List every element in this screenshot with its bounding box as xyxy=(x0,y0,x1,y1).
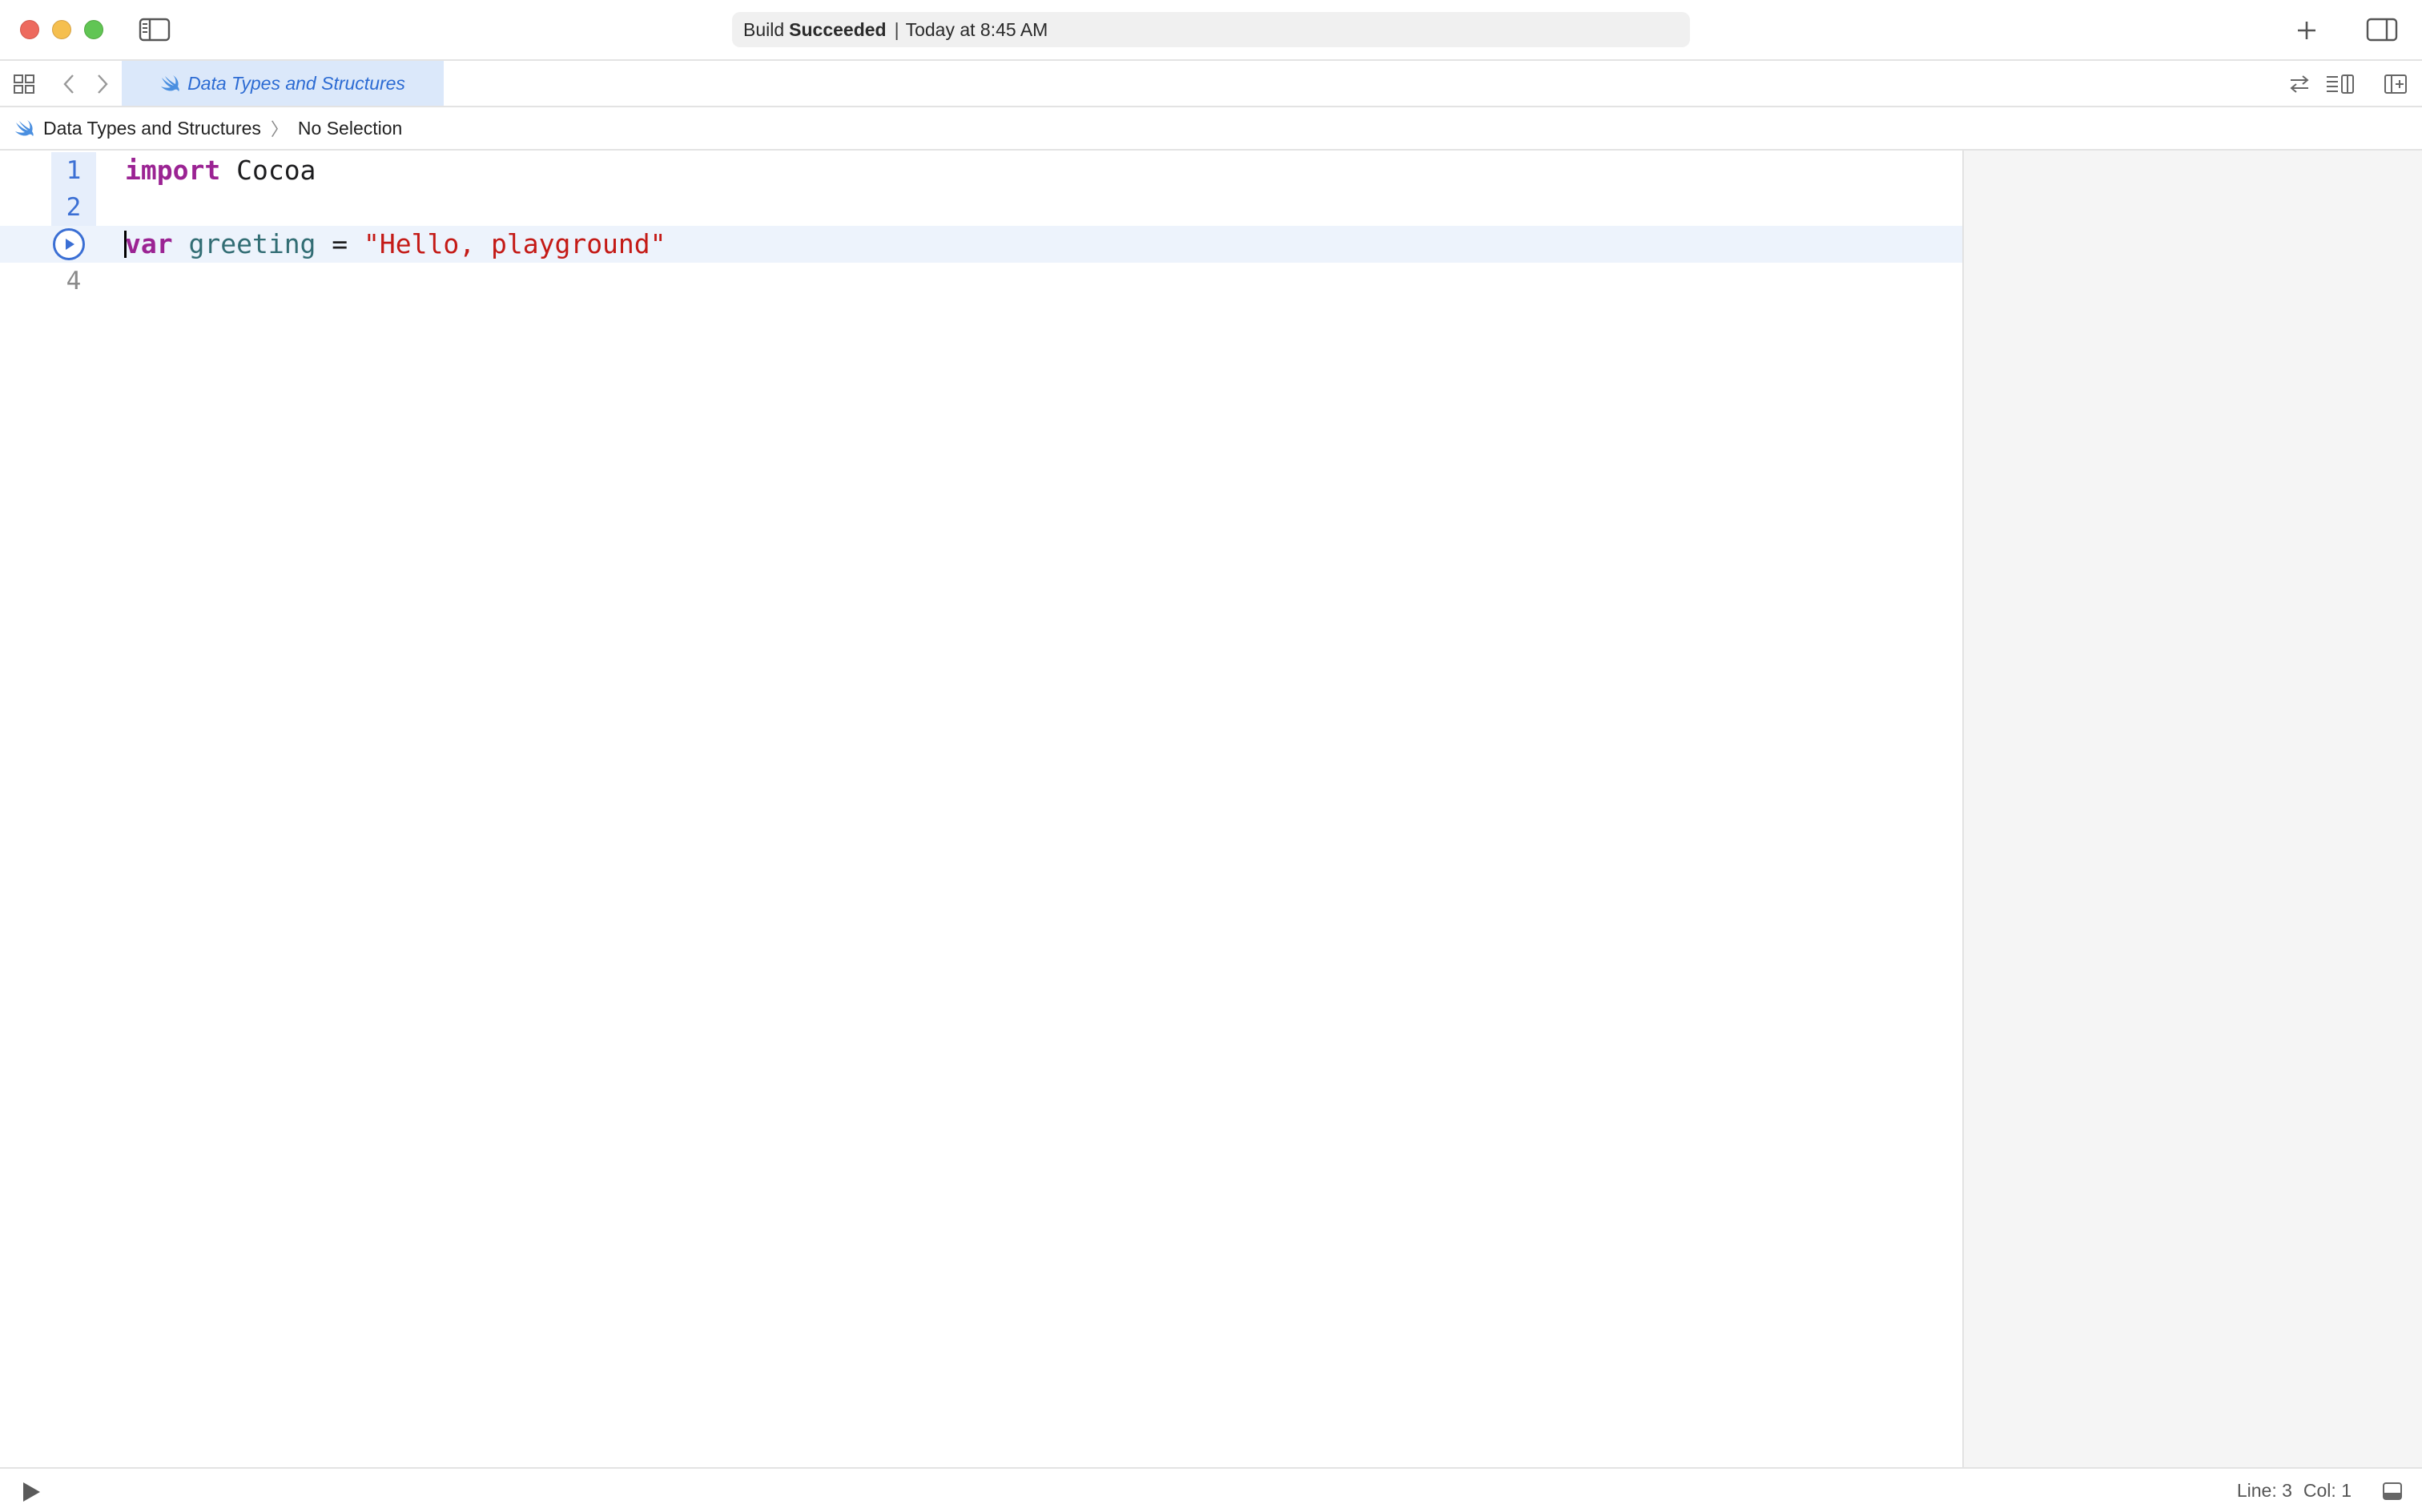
column-indicator: Col: 1 xyxy=(2303,1480,2352,1501)
tab-data-types-and-structures[interactable]: Data Types and Structures xyxy=(122,61,444,106)
code-editor[interactable]: 1 import Cocoa 2 var greeting = "Hello, … xyxy=(0,151,1962,1467)
title-bar: Build Succeeded | Today at 8:45 AM xyxy=(0,0,2422,61)
chevron-left-icon xyxy=(63,74,74,94)
navigate-back-button[interactable] xyxy=(59,72,78,96)
minimize-window-button[interactable] xyxy=(52,20,71,39)
line-number: 2 xyxy=(51,189,96,226)
sidebar-right-icon xyxy=(2366,18,2398,42)
editor-lines-icon xyxy=(2327,74,2354,94)
zoom-window-button[interactable] xyxy=(84,20,103,39)
grid-icon xyxy=(14,74,34,94)
inspector-toggle-button[interactable] xyxy=(2364,16,2400,43)
jump-bar: Data Types and Structures 〉 No Selection xyxy=(0,107,2422,151)
navigate-forward-button[interactable] xyxy=(93,72,112,96)
identifier: Cocoa xyxy=(220,155,316,186)
keyword: var xyxy=(125,228,173,259)
code-text: var greeting = "Hello, playground" xyxy=(125,226,666,263)
tab-bar: Data Types and Structures xyxy=(0,61,2422,107)
play-icon xyxy=(66,239,74,250)
split-editor-icon xyxy=(2384,74,2407,94)
bottom-bar: Line: 3 Col: 1 xyxy=(0,1467,2422,1512)
execute-playground-button[interactable] xyxy=(19,1480,43,1504)
status-separator: | xyxy=(894,18,899,40)
add-editor-button[interactable] xyxy=(2382,72,2409,96)
code-review-button[interactable] xyxy=(2286,72,2313,96)
tab-label: Data Types and Structures xyxy=(187,72,405,94)
editor-options-button[interactable] xyxy=(2324,72,2356,96)
run-to-line-button[interactable] xyxy=(53,228,85,260)
chevron-right-icon xyxy=(98,74,108,94)
status-time: Today at 8:45 AM xyxy=(905,18,1048,40)
string-literal: "Hello, playground" xyxy=(364,228,666,259)
status-state: Succeeded xyxy=(789,18,887,40)
navigator-toggle-button[interactable] xyxy=(138,16,171,43)
sidebar-left-icon xyxy=(139,18,171,42)
close-window-button[interactable] xyxy=(20,20,39,39)
code-line[interactable]: 1 import Cocoa xyxy=(0,152,1962,189)
code-line[interactable]: 2 xyxy=(0,189,1962,226)
code-text: import Cocoa xyxy=(125,152,316,189)
line-indicator: Line: 3 xyxy=(2236,1480,2292,1501)
swift-icon xyxy=(161,75,179,91)
swift-icon xyxy=(15,120,34,136)
cursor-position: Line: 3 Col: 1 xyxy=(2237,1480,2352,1502)
line-number: 4 xyxy=(66,267,82,296)
breadcrumb-separator: 〉 xyxy=(270,119,288,139)
results-sidebar xyxy=(1962,151,2422,1467)
code-line[interactable]: 4 xyxy=(0,263,1962,300)
code-line-current[interactable]: var greeting = "Hello, playground" xyxy=(0,226,1962,263)
breadcrumb-selection[interactable]: No Selection xyxy=(298,118,402,139)
operator: = xyxy=(316,228,364,259)
breadcrumb-file[interactable]: Data Types and Structures xyxy=(43,118,261,139)
activity-status: Build Succeeded | Today at 8:45 AM xyxy=(732,12,1690,47)
bottom-panel-icon xyxy=(2383,1482,2402,1500)
debug-area-toggle-button[interactable] xyxy=(2380,1480,2404,1502)
status-prefix: Build xyxy=(743,18,785,40)
related-items-button[interactable] xyxy=(11,72,37,96)
variable-name: greeting xyxy=(188,228,316,259)
add-library-button[interactable] xyxy=(2292,16,2321,45)
arrows-swap-icon xyxy=(2290,75,2309,93)
play-icon xyxy=(23,1482,40,1502)
keyword: import xyxy=(125,155,221,186)
line-number: 1 xyxy=(51,152,96,189)
plus-icon xyxy=(2298,22,2315,39)
